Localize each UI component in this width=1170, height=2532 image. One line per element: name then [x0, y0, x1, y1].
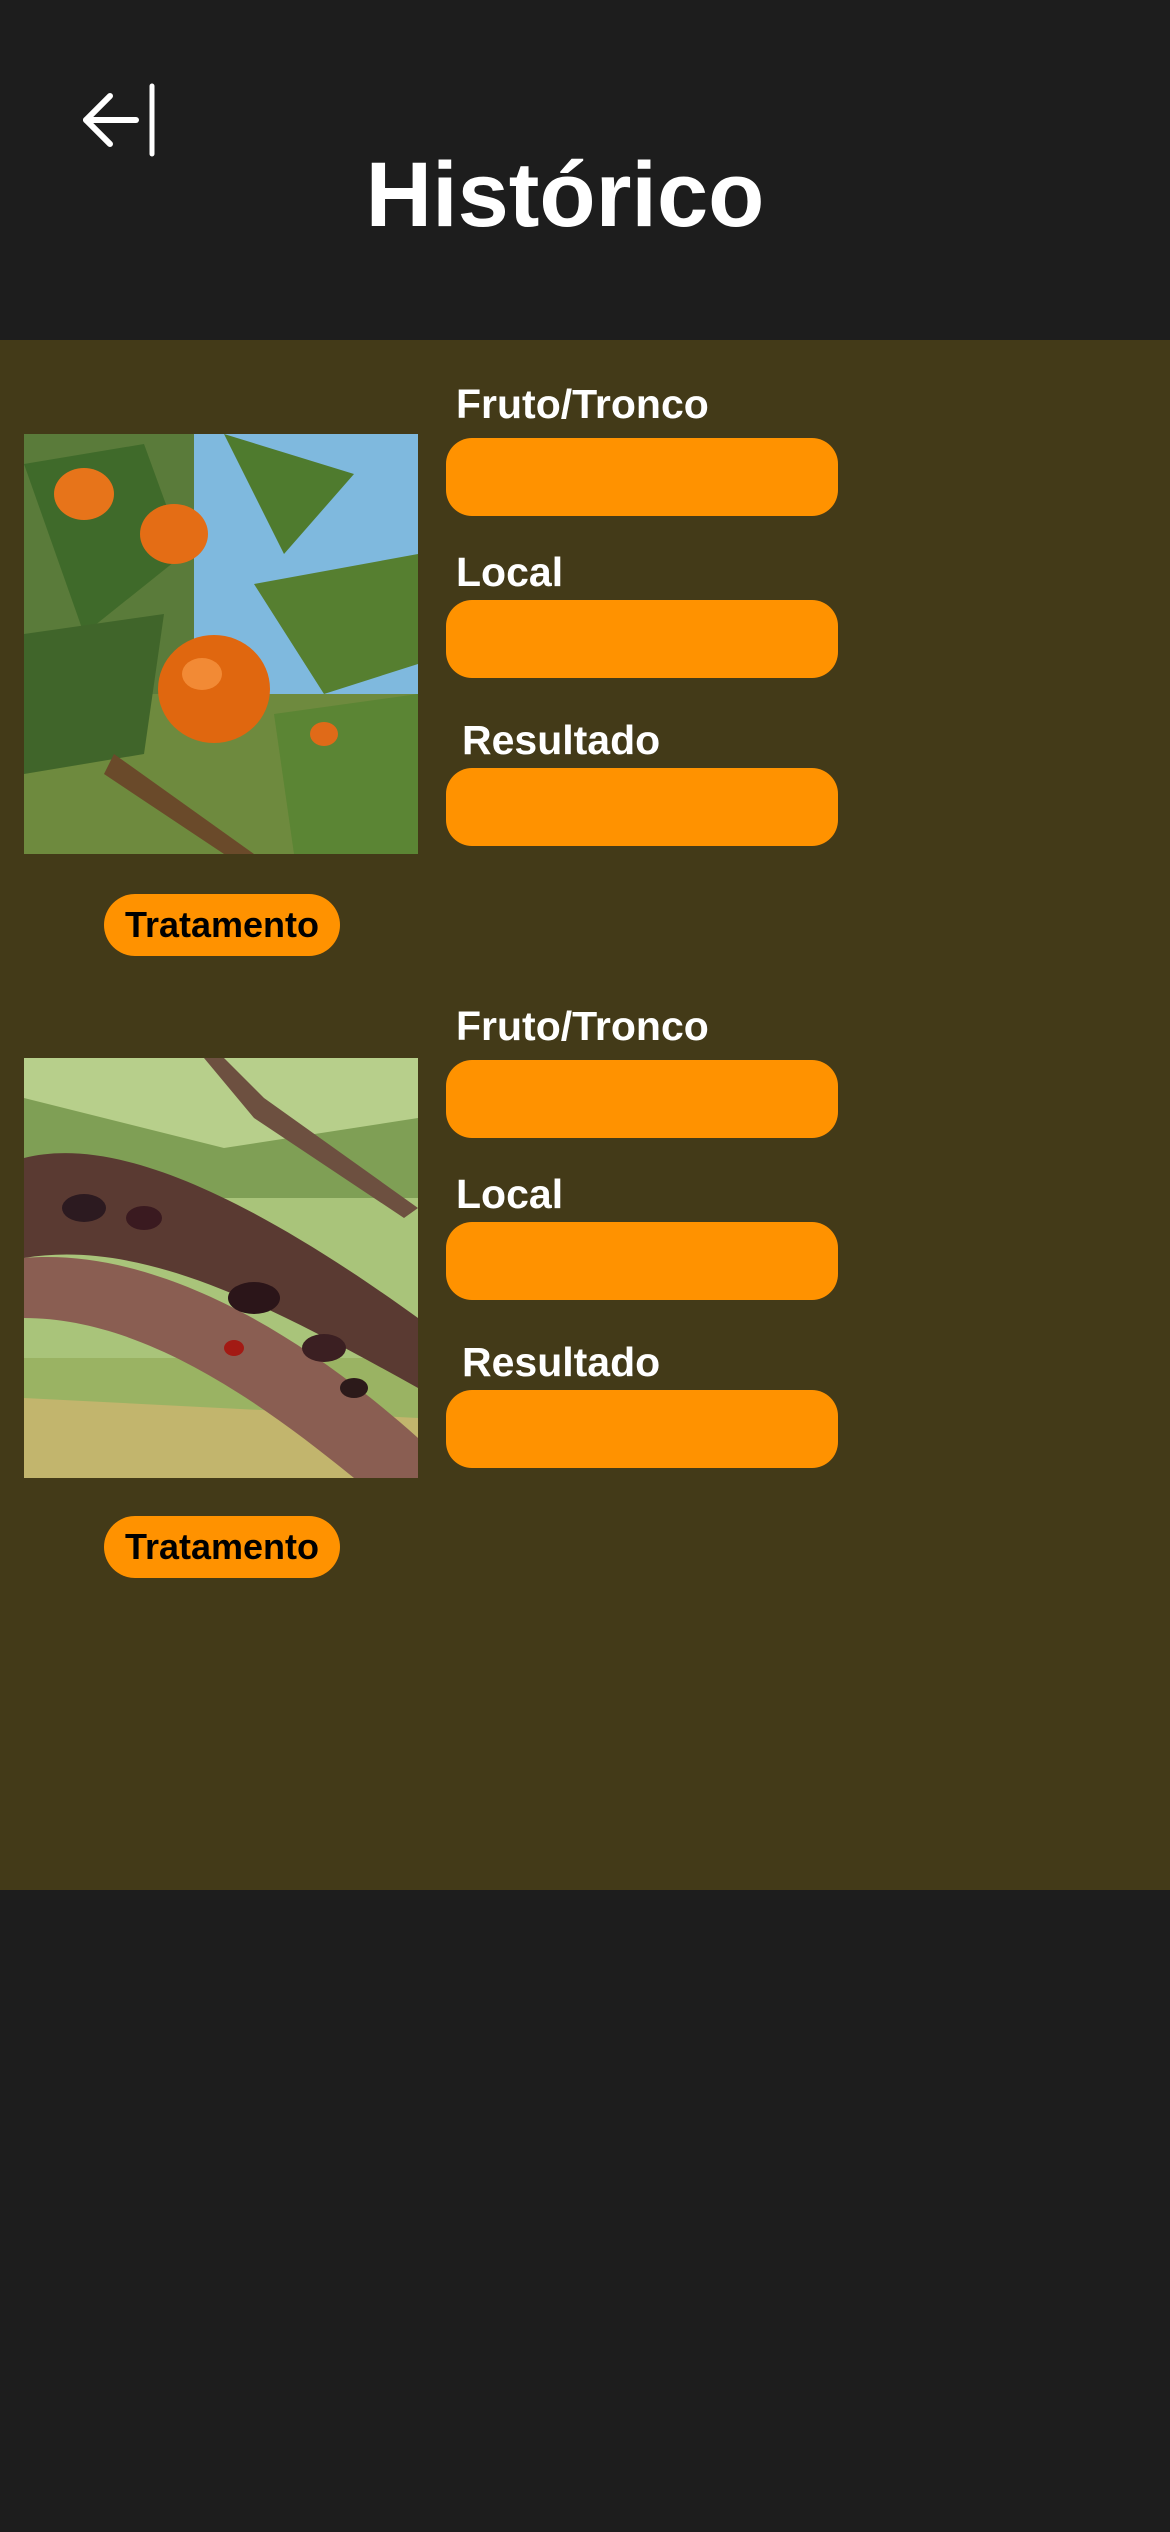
- orange-fruit-tree-photo: [24, 434, 418, 854]
- field-label-fruto-tronco: Fruto/Tronco: [456, 381, 709, 427]
- field-label-fruto-tronco: Fruto/Tronco: [456, 1003, 709, 1049]
- history-card: Fruto/Tronco Local Resultado Tratamento: [0, 360, 1170, 1000]
- tratamento-button[interactable]: Tratamento: [104, 894, 340, 956]
- local-field[interactable]: [446, 600, 838, 678]
- tratamento-button[interactable]: Tratamento: [104, 1516, 340, 1578]
- fruto-tronco-field[interactable]: [446, 438, 838, 516]
- resultado-field[interactable]: [446, 1390, 838, 1468]
- diseased-trunk-photo: [24, 1058, 418, 1478]
- field-label-local: Local: [456, 549, 564, 595]
- field-label-resultado: Resultado: [462, 1339, 661, 1385]
- field-label-resultado: Resultado: [462, 717, 661, 763]
- history-list: Fruto/Tronco Local Resultado Tratamento: [0, 340, 1170, 1890]
- local-field[interactable]: [446, 1222, 838, 1300]
- field-label-local: Local: [456, 1171, 564, 1217]
- history-card: Fruto/Tronco Local Resultado Tratamento: [0, 1002, 1170, 1642]
- resultado-field[interactable]: [446, 768, 838, 846]
- header: Histórico: [0, 0, 1170, 340]
- fruto-tronco-field[interactable]: [446, 1060, 838, 1138]
- page-title: Histórico: [365, 144, 765, 246]
